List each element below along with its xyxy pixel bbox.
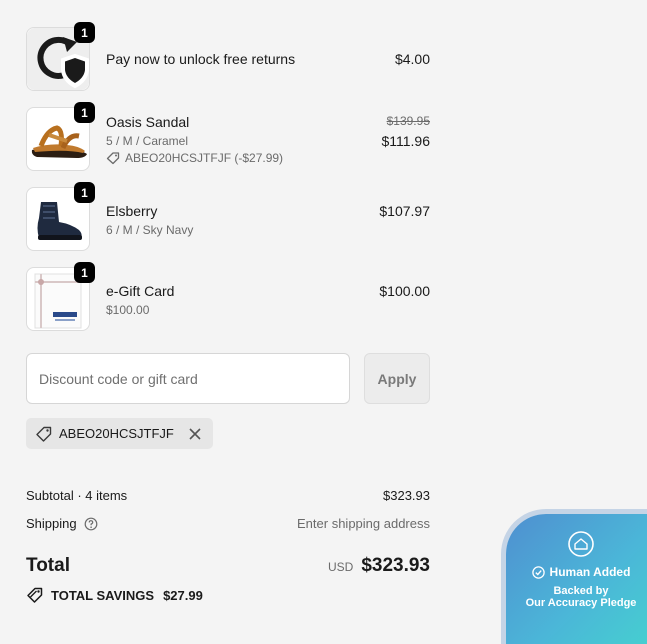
line-item: 1 e-Gift Card $100.00 $100.00: [26, 262, 430, 333]
subtotal-label: Subtotal · 4 items: [26, 488, 128, 503]
tag-icon: [36, 426, 52, 442]
help-icon[interactable]: [84, 517, 98, 531]
item-name: Oasis Sandal: [106, 114, 190, 130]
item-variant: 5 / M / Caramel: [106, 134, 189, 148]
house-shield-icon: [568, 531, 594, 557]
item-price: $4.00: [394, 51, 430, 67]
item-thumbnail: 1: [26, 102, 95, 171]
shipping-label-group: Shipping: [26, 516, 98, 531]
total-amount: USD $323.93: [328, 555, 430, 577]
badge-title: Human Added: [549, 565, 631, 579]
item-thumbnail: 1: [26, 182, 95, 251]
applied-discount-chip: ABEO20HCSJTFJF: [26, 418, 213, 449]
total-row: Total USD $323.93: [26, 555, 430, 581]
item-variant: 6 / M / Sky Navy: [106, 223, 194, 237]
remove-code-icon[interactable]: [186, 425, 204, 443]
quantity-badge: 1: [74, 22, 95, 43]
item-price: $100.00: [379, 283, 430, 299]
shipping-label: Shipping: [26, 516, 77, 531]
item-discount-code: ABEO20HCSJTFJF (-$27.99): [125, 151, 284, 165]
item-variant: $100.00: [106, 303, 150, 317]
item-price: $111.96: [381, 133, 430, 149]
badge-subtitle: Backed by Our Accuracy Pledge: [506, 585, 647, 609]
quantity-badge: 1: [74, 262, 95, 283]
line-item: 1 Pay now to unlock free returns $4.00: [26, 22, 430, 93]
item-thumbnail: 1: [26, 262, 95, 331]
item-discount: ABEO20HCSJTFJF (-$27.99): [106, 151, 283, 165]
item-original-price: $139.95: [386, 114, 430, 128]
shipping-value: Enter shipping address: [297, 516, 430, 531]
check-circle-icon: [531, 565, 545, 579]
item-price: $107.97: [379, 203, 430, 219]
savings-value: $27.99: [163, 587, 203, 603]
discount-input[interactable]: [26, 353, 350, 404]
tag-icon: [27, 587, 43, 603]
item-name: Elsberry: [106, 203, 158, 219]
item-thumbnail: 1: [26, 22, 95, 91]
line-item: 1 Elsberry 6 / M / Sky Navy $107.97: [26, 182, 430, 253]
total-label: Total: [26, 555, 70, 576]
item-name: Pay now to unlock free returns: [106, 51, 296, 67]
item-name: e-Gift Card: [106, 283, 175, 299]
total-value: $323.93: [361, 555, 430, 576]
currency-code: USD: [327, 560, 354, 574]
tag-icon: [106, 152, 120, 165]
total-savings: TOTAL SAVINGS $27.99: [26, 586, 430, 604]
accuracy-pledge-badge[interactable]: Human Added Backed by Our Accuracy Pledg…: [506, 514, 647, 644]
badge-line-1: Backed by: [553, 585, 609, 597]
badge-title-row: Human Added: [506, 565, 647, 579]
apply-button[interactable]: Apply: [364, 353, 430, 404]
quantity-badge: 1: [74, 182, 95, 203]
badge-line-2: Our Accuracy Pledge: [525, 597, 637, 609]
line-item: 1 Oasis Sandal 5 / M / Caramel ABEO20HCS…: [26, 102, 430, 173]
applied-discount-code: ABEO20HCSJTFJF: [59, 426, 174, 441]
savings-label: TOTAL SAVINGS: [51, 587, 155, 603]
subtotal-value: $323.93: [383, 488, 430, 503]
quantity-badge: 1: [74, 102, 95, 123]
